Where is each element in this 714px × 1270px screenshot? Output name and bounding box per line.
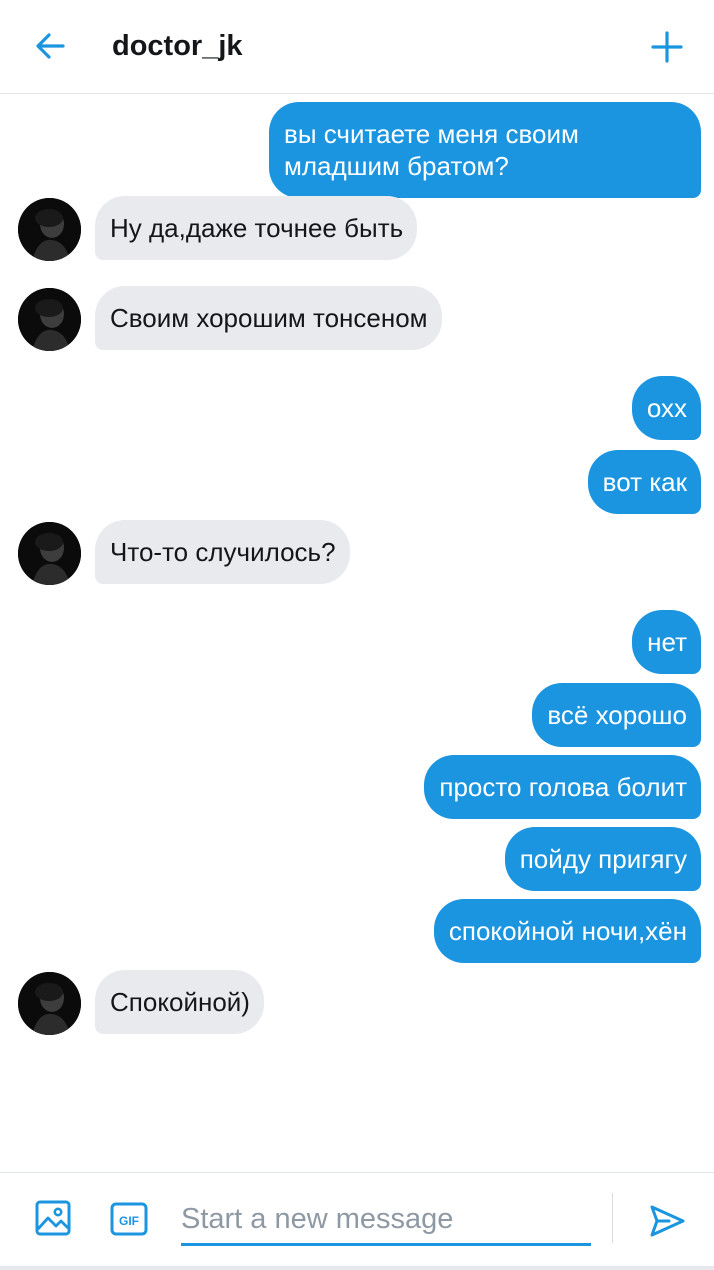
avatar[interactable] xyxy=(18,972,81,1035)
gif-label: GIF xyxy=(119,1214,139,1228)
arrow-left-icon xyxy=(36,33,65,59)
message-incoming[interactable]: Спокойной) xyxy=(95,970,264,1034)
conversation-header: doctor_jk xyxy=(0,0,714,94)
image-icon xyxy=(35,1200,71,1236)
composer-divider xyxy=(612,1193,613,1243)
plus-icon xyxy=(651,31,683,63)
send-icon xyxy=(650,1205,685,1237)
avatar-photo xyxy=(18,288,81,351)
message-list: вы считаете меня своим младшим братом? Н… xyxy=(0,94,714,1172)
message-outgoing[interactable]: вы считаете меня своим младшим братом? xyxy=(269,102,701,198)
avatar[interactable] xyxy=(18,522,81,585)
avatar-photo xyxy=(18,198,81,261)
avatar[interactable] xyxy=(18,198,81,261)
add-photo-button[interactable] xyxy=(32,1197,74,1239)
message-outgoing[interactable]: пойду пригягу xyxy=(504,827,701,891)
avatar-photo xyxy=(18,972,81,1035)
back-button[interactable] xyxy=(28,24,72,68)
message-outgoing[interactable]: спокойной ночи,хён xyxy=(433,899,701,963)
conversation-title: doctor_jk xyxy=(112,30,243,62)
add-participant-button[interactable] xyxy=(642,22,692,72)
avatar-photo xyxy=(18,522,81,585)
message-outgoing[interactable]: охх xyxy=(631,376,701,440)
message-outgoing[interactable]: вот как xyxy=(587,450,701,514)
send-button[interactable] xyxy=(643,1197,691,1245)
message-outgoing[interactable]: просто голова болит xyxy=(424,755,701,819)
message-outgoing[interactable]: всё хорошо xyxy=(532,683,701,747)
add-gif-button[interactable]: GIF xyxy=(108,1198,150,1240)
message-incoming[interactable]: Что-то случилось? xyxy=(95,520,350,584)
message-outgoing[interactable]: нет xyxy=(632,610,701,674)
gif-icon: GIF xyxy=(110,1202,148,1236)
message-incoming[interactable]: Ну да,даже точнее быть xyxy=(95,196,418,260)
avatar[interactable] xyxy=(18,288,81,351)
message-incoming[interactable]: Своим хорошим тонсеном xyxy=(95,286,442,350)
message-input[interactable] xyxy=(181,1195,591,1246)
message-composer: GIF xyxy=(0,1172,714,1270)
composer-bottom-bar xyxy=(0,1266,714,1270)
